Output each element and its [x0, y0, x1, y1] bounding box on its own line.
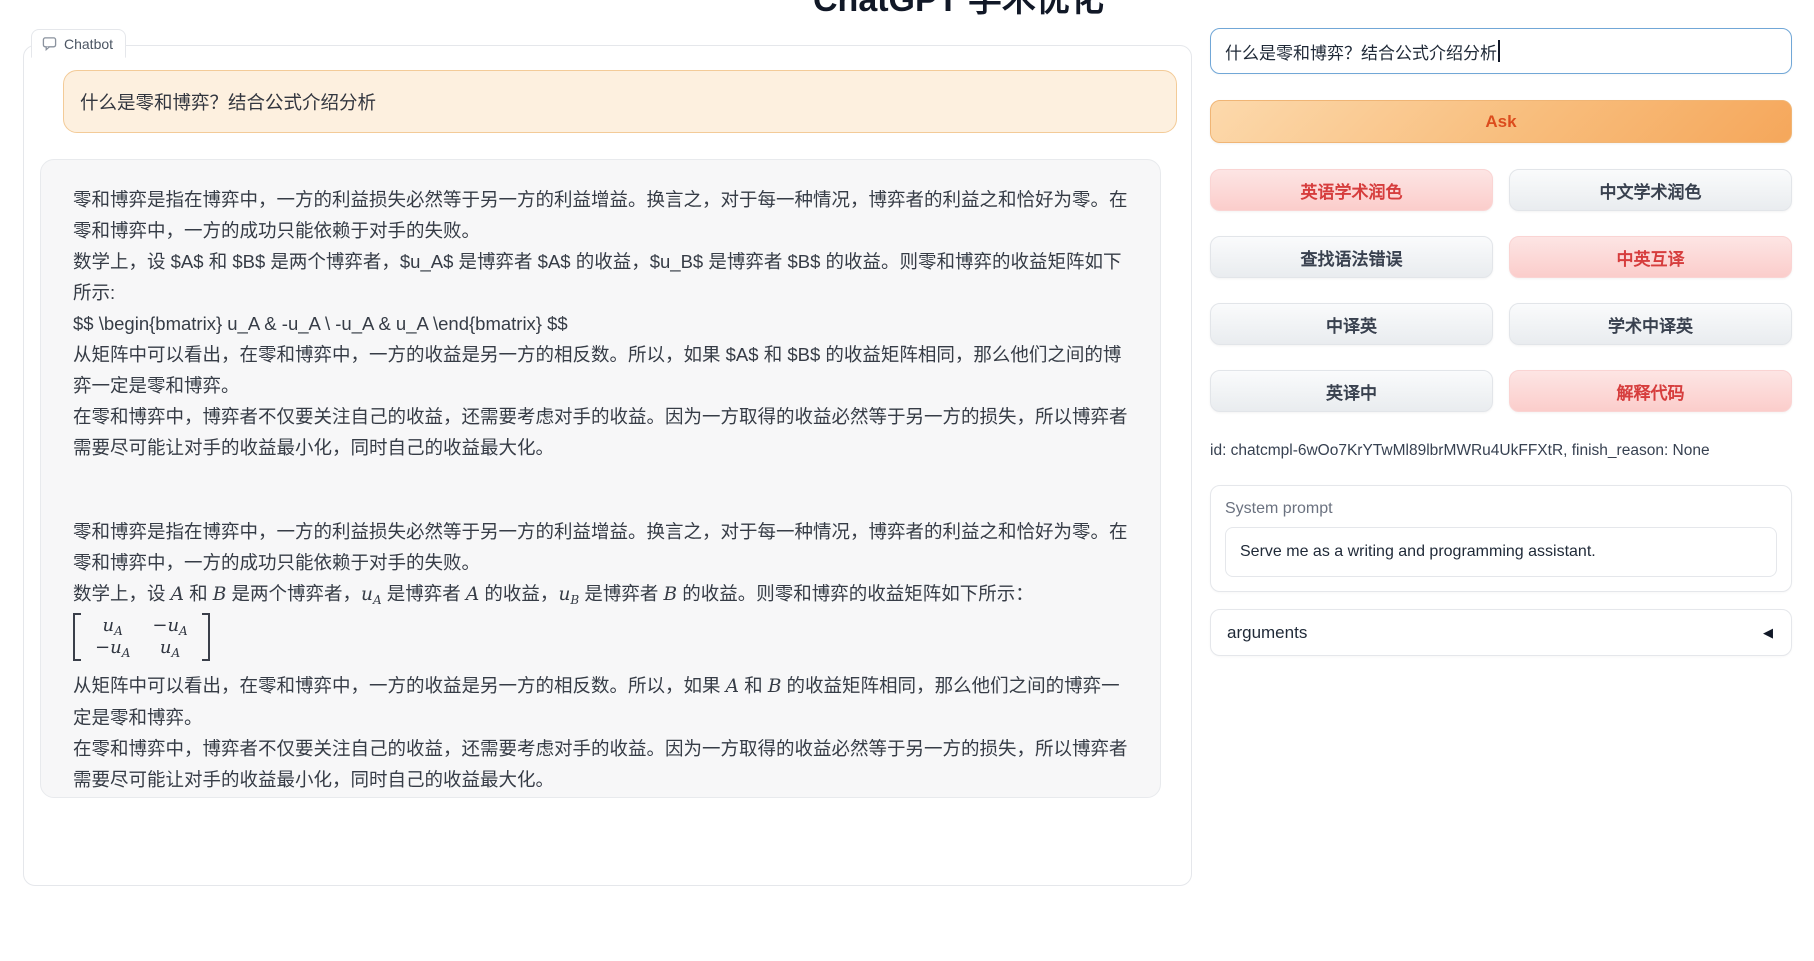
- question-input-value: 什么是零和博弈？结合公式介绍分析: [1225, 39, 1497, 64]
- system-prompt-value: Serve me as a writing and programming as…: [1240, 543, 1596, 560]
- arguments-accordion-label: arguments: [1227, 623, 1307, 643]
- bot-paragraph: 零和博弈是指在博弈中，一方的利益损失必然等于另一方的利益增益。换言之，对于每一种…: [73, 516, 1128, 578]
- quick-action-button[interactable]: 英语学术润色: [1210, 169, 1493, 211]
- status-line: id: chatcmpl-6wOo7KrYTwMl89lbrMWRu4UkFFX…: [1210, 442, 1792, 460]
- text-caret: [1498, 40, 1500, 62]
- bot-rendered-block: 零和博弈是指在博弈中，一方的利益损失必然等于另一方的利益增益。换言之，对于每一种…: [73, 516, 1128, 795]
- quick-action-button[interactable]: 中译英: [1210, 303, 1493, 345]
- chatbot-label-tab: Chatbot: [31, 29, 126, 58]
- accordion-collapsed-arrow-icon: ◀: [1763, 625, 1773, 641]
- chatbot-column: Chatbot 什么是零和博弈？结合公式介绍分析 零和博弈是指在博弈中，一方的利…: [23, 29, 1192, 886]
- quick-action-button[interactable]: 英译中: [1210, 370, 1493, 412]
- quick-action-button[interactable]: 中文学术润色: [1509, 169, 1792, 211]
- bot-message-bubble: 零和博弈是指在博弈中，一方的利益损失必然等于另一方的利益增益。换言之，对于每一种…: [40, 159, 1161, 798]
- bot-raw-paragraph: 零和博弈是指在博弈中，一方的利益损失必然等于另一方的利益增益。换言之，对于每一种…: [73, 184, 1128, 246]
- quick-action-button[interactable]: 学术中译英: [1509, 303, 1792, 345]
- user-message-text: 什么是零和博弈？结合公式介绍分析: [80, 89, 376, 115]
- matrix-cell: uA: [152, 637, 187, 659]
- matrix-cells: uA−uA−uAuA: [81, 613, 202, 661]
- matrix-cell: −uA: [95, 637, 130, 659]
- quick-action-button[interactable]: 中英互译: [1509, 236, 1792, 278]
- bot-paragraph: 在零和博弈中，博弈者不仅要关注自己的收益，还需要考虑对手的收益。因为一方取得的收…: [73, 733, 1128, 795]
- system-prompt-label: System prompt: [1225, 500, 1777, 518]
- chatbot-label: Chatbot: [64, 36, 113, 52]
- matrix-left-bracket: [73, 613, 81, 661]
- page-title: ChatGPT 学术优化: [813, 0, 1104, 21]
- ask-button[interactable]: Ask: [1210, 100, 1792, 143]
- bot-raw-paragraph: 在零和博弈中，博弈者不仅要关注自己的收益，还需要考虑对手的收益。因为一方取得的收…: [73, 401, 1128, 463]
- bot-raw-markdown-block: 零和博弈是指在博弈中，一方的利益损失必然等于另一方的利益增益。换言之，对于每一种…: [73, 184, 1128, 463]
- system-prompt-input[interactable]: Serve me as a writing and programming as…: [1225, 527, 1777, 577]
- chat-bubble-icon: [42, 36, 57, 51]
- bot-raw-paragraph: 从矩阵中可以看出，在零和博弈中，一方的收益是另一方的相反数。所以，如果 $A$ …: [73, 339, 1128, 401]
- matrix-cell: uA: [95, 615, 130, 637]
- bot-raw-paragraph: 数学上，设 $A$ 和 $B$ 是两个博弈者，$u_A$ 是博弈者 $A$ 的收…: [73, 246, 1128, 308]
- bot-block-gap: [73, 463, 1128, 516]
- bot-paragraph-math: 数学上，设 A 和 B 是两个博弈者，uA 是博弈者 A 的收益，uB 是博弈者…: [73, 578, 1128, 610]
- user-message-bubble: 什么是零和博弈？结合公式介绍分析: [63, 70, 1177, 133]
- quick-action-button[interactable]: 查找语法错误: [1210, 236, 1493, 278]
- quick-action-button[interactable]: 解释代码: [1509, 370, 1792, 412]
- bot-paragraph-math: 从矩阵中可以看出，在零和博弈中，一方的收益是另一方的相反数。所以，如果 A 和 …: [73, 670, 1128, 733]
- matrix-right-bracket: [202, 613, 210, 661]
- ask-column: 什么是零和博弈？结合公式介绍分析 Ask 英语学术润色中文学术润色查找语法错误中…: [1210, 28, 1792, 656]
- payoff-matrix: uA−uA−uAuA: [73, 613, 210, 661]
- app-root: ChatGPT 学术优化 Chatbot 什么是零和博弈？结合公式介绍分析 零和…: [0, 0, 1814, 961]
- matrix-cell: −uA: [152, 615, 187, 637]
- system-prompt-card: System prompt Serve me as a writing and …: [1210, 485, 1792, 592]
- bot-raw-paragraph: $$ \begin{bmatrix} u_A & -u_A \ -u_A & u…: [73, 308, 1128, 339]
- arguments-accordion[interactable]: arguments ◀: [1210, 609, 1792, 656]
- quick-actions-grid: 英语学术润色中文学术润色查找语法错误中英互译中译英学术中译英英译中解释代码: [1210, 169, 1792, 412]
- question-input[interactable]: 什么是零和博弈？结合公式介绍分析: [1210, 28, 1792, 74]
